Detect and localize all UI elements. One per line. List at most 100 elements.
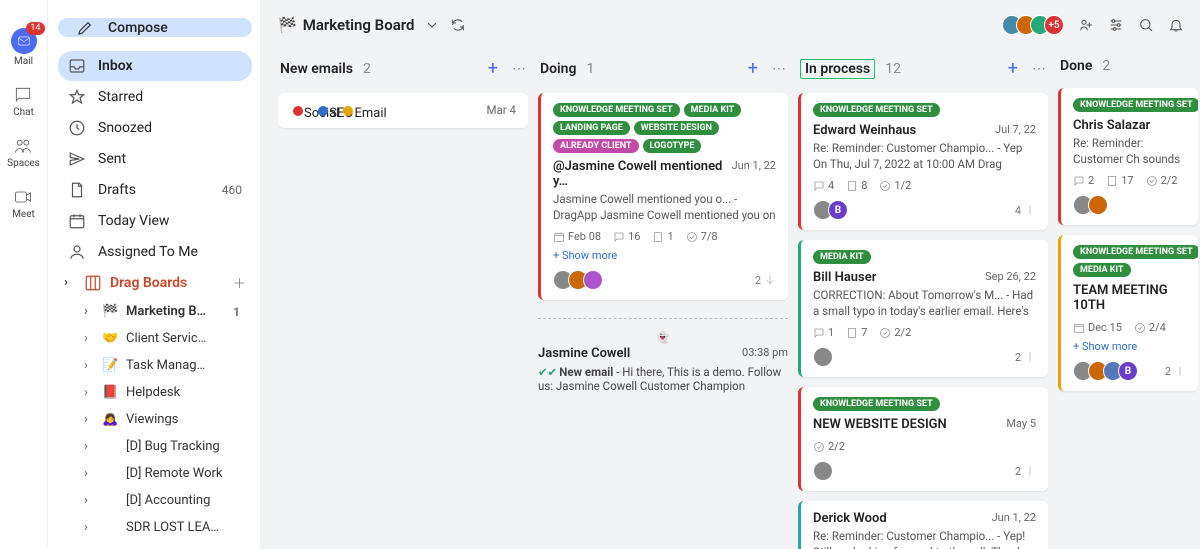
board-item[interactable]: ›🏁Marketing B…1 — [80, 298, 252, 325]
col-count: 2 — [363, 61, 371, 77]
card[interactable]: Social SEO Email Mar 4 — [278, 93, 528, 128]
attach-icon — [1024, 351, 1036, 363]
col-more-icon[interactable]: ⋯ — [1032, 61, 1046, 77]
card-subtitle: Re: Reminder: Customer Champio... - Yep!… — [813, 529, 1036, 549]
chevron-right-icon: › — [84, 385, 94, 400]
email-preview[interactable]: 👻 Jasmine Cowell03:38 pm ✔✔New email - H… — [538, 318, 788, 393]
card[interactable]: KNOWLEDGE MEETING SETMEDIA KITTEAM MEETI… — [1058, 235, 1198, 391]
card-avatars — [553, 270, 603, 290]
board-item[interactable]: ›📕Helpdesk — [80, 379, 252, 406]
board-emoji: 🙇‍♀️ — [102, 412, 118, 427]
add-card-button[interactable]: + — [748, 58, 758, 79]
file-icon — [846, 180, 858, 192]
col-name[interactable]: New emails — [280, 61, 353, 77]
rail-mail[interactable]: 14 Mail — [11, 28, 37, 67]
board-label: [D] Accounting — [126, 493, 210, 508]
nav-item-assigned-to-me[interactable]: Assigned To Me — [58, 237, 252, 267]
drag-boards-header[interactable]: › Drag Boards ＋ — [58, 267, 252, 298]
meta-checklist: 2/2 — [879, 326, 911, 339]
collaborators[interactable]: +5 — [1008, 15, 1064, 35]
nav-item-today-view[interactable]: Today View — [58, 206, 252, 236]
chevron-down-icon[interactable] — [424, 17, 440, 33]
refresh-icon[interactable] — [450, 17, 466, 33]
meta-checklist: 2/2 — [813, 440, 845, 453]
meta-date: Feb 08 — [553, 230, 601, 243]
ghost-icon: 👻 — [538, 331, 788, 344]
board-item[interactable]: ›📝Task Manag… — [80, 352, 252, 379]
rail-meet-label: Meet — [12, 209, 35, 220]
card-date: Jun 1, 22 — [732, 159, 776, 189]
file-icon — [68, 181, 86, 199]
board-label: [D] Remote Work — [126, 466, 222, 481]
sent-time: 03:38 pm — [742, 346, 788, 361]
rail-chat[interactable]: Chat — [13, 85, 34, 118]
col-more-icon[interactable]: ⋯ — [512, 61, 526, 77]
nav-label: Inbox — [98, 58, 133, 74]
meta-date: Dec 15 — [1073, 321, 1122, 334]
check-icon — [1134, 322, 1146, 334]
compose-button[interactable]: Compose — [58, 18, 252, 37]
nav-label: Sent — [98, 151, 126, 167]
rail-meet[interactable]: Meet — [12, 187, 35, 220]
card-chips: MEDIA KIT — [813, 250, 1036, 264]
card[interactable]: KNOWLEDGE MEETING SETChris SalazarRe: Re… — [1058, 88, 1198, 225]
chevron-right-icon: › — [84, 439, 94, 454]
attach-icon — [1174, 365, 1186, 377]
kanban: New emails 2 + ⋯ Social SEO Email Mar 4 Doi… — [260, 50, 1200, 549]
board-title[interactable]: 🏁 Marketing Board — [278, 16, 414, 34]
card[interactable]: KNOWLEDGE MEETING SETNEW WEBSITE DESIGNM… — [798, 387, 1048, 491]
col-name[interactable]: Done — [1060, 58, 1092, 74]
meta-checklist: 1/2 — [879, 179, 911, 192]
settings-icon[interactable] — [1108, 17, 1124, 33]
board-label: Viewings — [126, 412, 178, 427]
chevron-right-icon: › — [84, 331, 94, 346]
board-emoji: 📕 — [102, 385, 118, 400]
nav-item-drafts[interactable]: Drafts460 — [58, 175, 252, 205]
show-more-link[interactable]: + Show more — [1073, 340, 1186, 353]
add-card-button[interactable]: + — [1008, 58, 1018, 79]
add-board-button[interactable]: ＋ — [233, 273, 246, 292]
col-more-icon[interactable]: ⋯ — [772, 61, 786, 77]
board-item[interactable]: ›🤝Client Servic… — [80, 325, 252, 352]
meta-attach: 4 — [1015, 204, 1036, 217]
nav-item-inbox[interactable]: Inbox — [58, 51, 252, 81]
bell-icon[interactable] — [1168, 17, 1184, 33]
card-title: NEW WEBSITE DESIGN — [813, 417, 947, 432]
card-title: Bill Hauser — [813, 270, 876, 285]
search-icon[interactable] — [1138, 17, 1154, 33]
card[interactable]: KNOWLEDGE MEETING SETMEDIA KITLANDING PA… — [538, 93, 788, 300]
meet-icon — [13, 187, 33, 207]
board-flag-icon: 🏁 — [278, 16, 297, 34]
card-avatars: B — [1073, 361, 1138, 381]
board-item[interactable]: ›[D] Accounting — [80, 487, 252, 514]
col-name[interactable]: In process — [800, 59, 875, 79]
board-item[interactable]: ›[D] Remote Work — [80, 460, 252, 487]
board-label: SDR LOST LEA… — [126, 520, 219, 535]
board-item[interactable]: ›[D] Bug Tracking — [80, 433, 252, 460]
nav-item-snoozed[interactable]: Snoozed — [58, 113, 252, 143]
nav-label: Drafts — [98, 182, 136, 198]
board-item[interactable]: ›🙇‍♀️Viewings — [80, 406, 252, 433]
check-icon — [813, 441, 825, 453]
calendar-icon — [68, 212, 86, 230]
col-name[interactable]: Doing — [540, 61, 576, 77]
card[interactable]: Derick WoodJun 1, 22Re: Reminder: Custom… — [798, 501, 1048, 549]
card[interactable]: MEDIA KITBill HauserSep 26, 22CORRECTION… — [798, 240, 1048, 377]
meta-comments: 4 — [813, 179, 834, 192]
attach-icon: <-- minimal --> — [764, 274, 776, 286]
share-icon[interactable] — [1078, 17, 1094, 33]
calendar-icon — [1073, 322, 1085, 334]
board-item[interactable]: ›SDR LOST LEA… — [80, 514, 252, 541]
chevron-right-icon: › — [84, 304, 94, 319]
rail-spaces[interactable]: Spaces — [7, 136, 40, 169]
nav-item-starred[interactable]: Starred — [58, 82, 252, 112]
card[interactable]: KNOWLEDGE MEETING SETEdward WeinhausJul … — [798, 93, 1048, 230]
meta-files: 17 — [1106, 174, 1133, 187]
file-icon — [1106, 175, 1118, 187]
card-subtitle: Jasmine Cowell mentioned you o... - Drag… — [553, 192, 776, 222]
nav-label: Today View — [98, 213, 169, 229]
card-title: @Jasmine Cowell mentioned y… — [553, 159, 726, 189]
add-card-button[interactable]: + — [488, 58, 498, 79]
nav-item-sent[interactable]: Sent — [58, 144, 252, 174]
show-more-link[interactable]: + Show more — [553, 249, 776, 262]
